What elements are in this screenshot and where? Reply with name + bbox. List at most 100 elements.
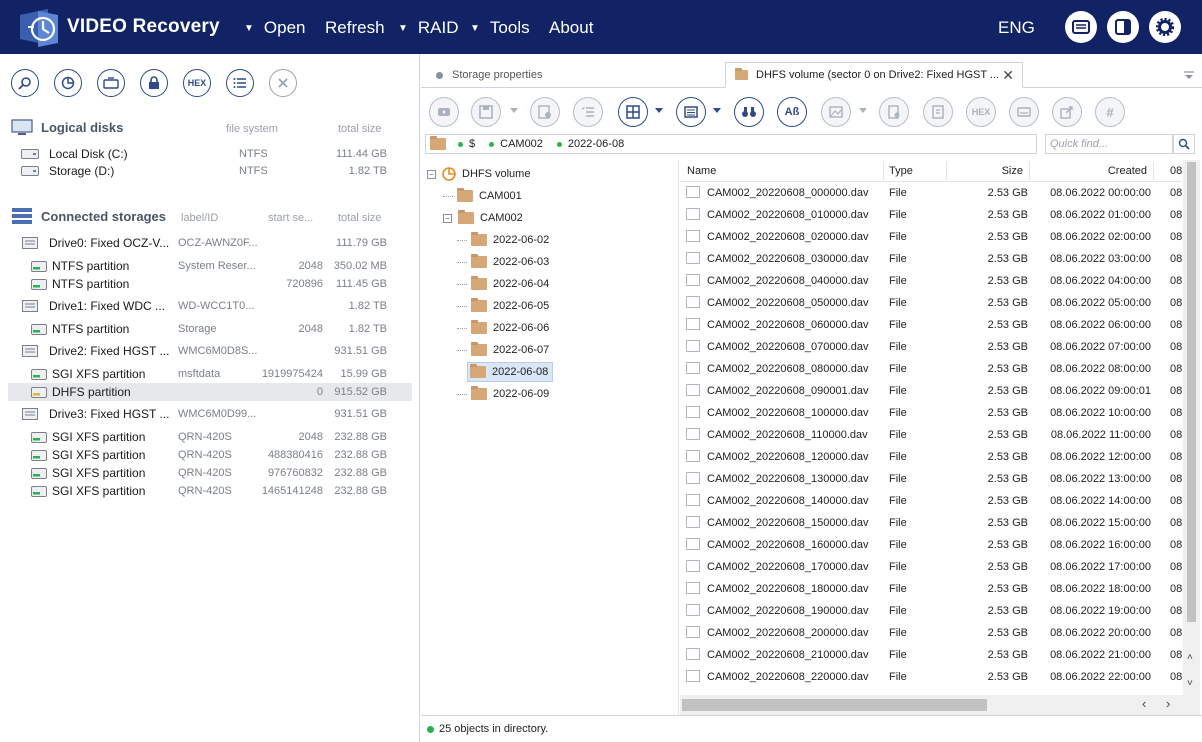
path-segment-date[interactable]: 2022-06-08 [568, 138, 624, 150]
file-row[interactable]: CAM002_20220608_180000.dav File 2.53 GB 08.… [680, 578, 1182, 600]
collapse-icon[interactable]: − [443, 213, 452, 223]
scroll-up-icon[interactable]: ˄ [1187, 652, 1193, 663]
menu-open[interactable]: ▼ Open [244, 18, 306, 38]
file-row[interactable]: CAM002_20220608_010000.dav File 2.53 GB 08.… [680, 204, 1182, 226]
language-selector[interactable]: ENG [998, 18, 1035, 38]
col-name[interactable]: Name [687, 165, 716, 177]
storage-partition-row[interactable]: SGI XFS partition QRN-420S 488380416 232.88… [8, 446, 412, 464]
storage-partition-row[interactable]: SGI XFS partition QRN-420S 2048 232.88 GB [8, 428, 412, 446]
col-divider[interactable] [946, 162, 947, 180]
tree-node-cam002[interactable]: − CAM002 [443, 208, 523, 228]
quick-find-button[interactable] [1173, 134, 1195, 154]
vertical-scrollbar[interactable]: ˄ ˅ [1183, 160, 1200, 715]
drive-copy-button[interactable] [97, 69, 125, 97]
file-row[interactable]: CAM002_20220608_030000.dav File 2.53 GB 08.… [680, 248, 1182, 270]
file-row[interactable]: CAM002_20220608_200000.dav File 2.53 GB 08.… [680, 622, 1182, 644]
quick-find-input[interactable]: Quick find... [1045, 134, 1173, 154]
view-mode-button[interactable] [618, 97, 648, 127]
file-row[interactable]: CAM002_20220608_090001.dav File 2.53 GB 08.… [680, 380, 1182, 402]
tree-node-date[interactable]: 2022-06-02 [457, 230, 549, 250]
tab-dhfs-volume[interactable]: DHFS volume (sector 0 on Drive2: Fixed H… [725, 62, 1023, 88]
storage-partition-row[interactable]: NTFS partition 720896 111.45 GB [8, 275, 412, 293]
messages-button[interactable] [1065, 11, 1097, 43]
tree-node-date[interactable]: 2022-06-03 [457, 252, 549, 272]
file-row[interactable]: CAM002_20220608_210000.dav File 2.53 GB 08.… [680, 644, 1182, 666]
tree-node-date[interactable]: 2022-06-08 [467, 362, 554, 382]
scan-file-button[interactable] [879, 97, 909, 127]
storage-partition-row[interactable]: SGI XFS partition QRN-420S 1465141248 232.8… [8, 482, 412, 500]
settings-button[interactable] [1149, 11, 1181, 43]
checklist-button[interactable] [573, 97, 603, 127]
file-row[interactable]: CAM002_20220608_060000.dav File 2.53 GB 08.… [680, 314, 1182, 336]
file-row[interactable]: CAM002_20220608_000000.dav File 2.53 GB 08.… [680, 182, 1182, 204]
chart-button[interactable] [54, 69, 82, 97]
col-divider[interactable] [1029, 162, 1030, 180]
close-storage-button[interactable] [269, 69, 297, 97]
storage-drive-row[interactable]: Drive0: Fixed OCZ-V... OCZ-AWNZ0F... 111.7… [8, 234, 412, 252]
tree-node-date[interactable]: 2022-06-09 [457, 384, 549, 404]
file-row[interactable]: CAM002_20220608_070000.dav File 2.53 GB 08.… [680, 336, 1182, 358]
file-row[interactable]: CAM002_20220608_150000.dav File 2.53 GB 08.… [680, 512, 1182, 534]
vertical-scroll-thumb[interactable] [1187, 162, 1196, 622]
tree-node-cam001[interactable]: CAM001 [443, 186, 522, 206]
path-segment-cam002[interactable]: CAM002 [500, 138, 543, 150]
tree-node-root[interactable]: − DHFS volume [427, 164, 530, 184]
file-info-button[interactable] [923, 97, 953, 127]
horizontal-scrollbar[interactable]: ‹ › [680, 695, 1183, 715]
scroll-right-icon[interactable]: › [1166, 696, 1170, 711]
storage-partition-row[interactable]: NTFS partition Storage 2048 1.82 TB [8, 320, 412, 338]
file-row[interactable]: CAM002_20220608_040000.dav File 2.53 GB 08.… [680, 270, 1182, 292]
file-row[interactable]: CAM002_20220608_080000.dav File 2.53 GB 08.… [680, 358, 1182, 380]
tab-close-icon[interactable]: ✕ [1002, 67, 1014, 84]
lock-button[interactable] [140, 69, 168, 97]
file-row[interactable]: CAM002_20220608_020000.dav File 2.53 GB 08.… [680, 226, 1182, 248]
character-set-button[interactable]: Aß [777, 97, 807, 127]
scroll-down-icon[interactable]: ˅ [1187, 678, 1193, 689]
storage-partition-row[interactable]: SGI XFS partition msftdata 1919975424 15.99… [8, 365, 412, 383]
col-size[interactable]: Size [950, 165, 1023, 177]
col-divider[interactable] [1153, 162, 1154, 180]
preview-button[interactable] [429, 97, 459, 127]
storage-partition-row[interactable]: DHFS partition 0 915.52 GB [8, 383, 412, 401]
find-button[interactable] [734, 97, 764, 127]
storage-drive-row[interactable]: Drive3: Fixed HGST ... WMC6M0D99... 931.51… [8, 405, 412, 423]
menu-refresh[interactable]: Refresh [325, 18, 385, 38]
col-extra[interactable]: 08 [1170, 165, 1182, 177]
menu-about[interactable]: About [549, 18, 593, 38]
storage-partition-row[interactable]: SGI XFS partition QRN-420S 976760832 232.88… [8, 464, 412, 482]
file-row[interactable]: CAM002_20220608_110000.dav File 2.53 GB 08.… [680, 424, 1182, 446]
file-row[interactable]: CAM002_20220608_170000.dav File 2.53 GB 08.… [680, 556, 1182, 578]
file-row[interactable]: CAM002_20220608_140000.dav File 2.53 GB 08.… [680, 490, 1182, 512]
file-row[interactable]: CAM002_20220608_130000.dav File 2.53 GB 08.… [680, 468, 1182, 490]
panel-layout-button[interactable] [676, 97, 706, 127]
storage-drive-row[interactable]: Drive2: Fixed HGST ... WMC6M0D8S... 931.51… [8, 342, 412, 360]
col-created[interactable]: Created [1035, 165, 1147, 177]
panel-layout-dropdown-caret[interactable] [713, 108, 721, 113]
hex-view-button[interactable]: HEX [966, 97, 996, 127]
file-row[interactable]: CAM002_20220608_190000.dav File 2.53 GB 08.… [680, 600, 1182, 622]
hex-button[interactable]: HEX [183, 69, 211, 97]
col-type[interactable]: Type [889, 165, 913, 177]
logical-disk-row[interactable]: Storage (D:) NTFS 1.82 TB [8, 162, 412, 180]
menu-tools[interactable]: ▼ Tools [470, 18, 530, 38]
file-properties-button[interactable] [530, 97, 560, 127]
storage-partition-row[interactable]: NTFS partition System Reser... 2048 350.02 … [8, 257, 412, 275]
storage-drive-row[interactable]: Drive1: Fixed WDC ... WD-WCC1T0... 1.82 TB [8, 297, 412, 315]
list-view-button[interactable] [226, 69, 254, 97]
search-button[interactable] [11, 69, 39, 97]
logical-disk-row[interactable]: Local Disk (C:) NTFS 111.44 GB [8, 145, 412, 163]
menu-raid[interactable]: ▼ RAID [398, 18, 459, 38]
collapse-icon[interactable]: − [427, 169, 436, 179]
tree-node-date[interactable]: 2022-06-07 [457, 340, 549, 360]
path-root[interactable]: $ [469, 138, 475, 150]
save-dropdown-caret[interactable] [510, 108, 518, 113]
drive-copy-button[interactable] [1009, 97, 1039, 127]
tree-node-date[interactable]: 2022-06-06 [457, 318, 549, 338]
file-row[interactable]: CAM002_20220608_120000.dav File 2.53 GB 08.… [680, 446, 1182, 468]
file-row[interactable]: CAM002_20220608_160000.dav File 2.53 GB 08.… [680, 534, 1182, 556]
extract-button[interactable] [1052, 97, 1082, 127]
hash-button[interactable]: # [1095, 97, 1125, 127]
tab-menu-icon[interactable] [1183, 71, 1195, 80]
tree-node-date[interactable]: 2022-06-05 [457, 296, 549, 316]
panel-toggle-button[interactable] [1107, 11, 1139, 43]
